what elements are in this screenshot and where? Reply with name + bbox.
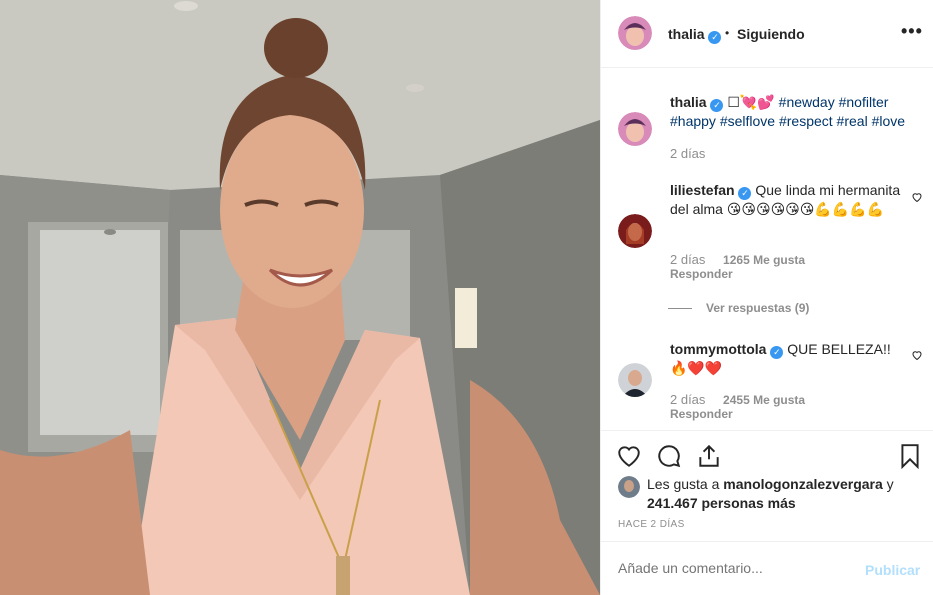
comment-text: liliestefan ✓ Que linda mi hermanita del… bbox=[670, 181, 910, 218]
heart-icon[interactable] bbox=[911, 191, 923, 203]
verified-badge-icon: ✓ bbox=[738, 187, 752, 200]
bookmark-icon[interactable] bbox=[897, 443, 923, 469]
post-sidebar: thalia ✓ • Siguiendo ••• thalia ✓ ☐💘💕 #n… bbox=[600, 0, 933, 595]
avatar-image bbox=[618, 214, 652, 248]
comment-icon[interactable] bbox=[656, 443, 682, 469]
caption-emoji: ☐💘💕 bbox=[727, 94, 775, 110]
separator-dot: • bbox=[725, 26, 730, 40]
instagram-post-view: thalia ✓ • Siguiendo ••• thalia ✓ ☐💘💕 #n… bbox=[0, 0, 933, 595]
author-username[interactable]: thalia ✓ bbox=[668, 26, 722, 44]
avatar-image bbox=[618, 363, 652, 397]
caption-time-text: 2 días bbox=[670, 146, 706, 161]
heart-icon[interactable] bbox=[616, 443, 642, 469]
add-comment-bar: Publicar bbox=[601, 541, 933, 595]
comment-meta: 2 días 2455 Me gusta bbox=[670, 392, 805, 407]
reply-button[interactable]: Responder bbox=[670, 407, 733, 421]
verified-badge-icon: ✓ bbox=[708, 31, 722, 44]
comments-list: thalia ✓ ☐💘💕 #newday #nofilter #happy #s… bbox=[601, 69, 933, 430]
photo-illustration bbox=[0, 0, 600, 595]
view-replies-button[interactable]: Ver respuestas (9) bbox=[668, 301, 809, 315]
verified-badge-icon: ✓ bbox=[710, 99, 724, 112]
comment-likes[interactable]: 1265 Me gusta bbox=[723, 253, 805, 267]
post-header: thalia ✓ • Siguiendo ••• bbox=[601, 0, 933, 68]
avatar-image bbox=[618, 112, 652, 146]
comment-author[interactable]: liliestefan bbox=[670, 182, 735, 198]
author-avatar[interactable] bbox=[618, 16, 652, 50]
caption-time: 2 días bbox=[670, 146, 705, 161]
liked-by-count[interactable]: 241.467 personas más bbox=[647, 495, 796, 511]
comment-time: 2 días bbox=[670, 252, 706, 267]
comment-avatar[interactable] bbox=[618, 214, 652, 248]
share-icon[interactable] bbox=[696, 443, 722, 469]
reply-button[interactable]: Responder bbox=[670, 267, 733, 281]
caption-author[interactable]: thalia bbox=[670, 94, 707, 110]
comment-input[interactable] bbox=[618, 560, 848, 576]
caption-author-avatar[interactable] bbox=[618, 112, 652, 146]
liked-by-user[interactable]: manologonzalezvergara bbox=[723, 476, 883, 492]
verified-badge-icon: ✓ bbox=[770, 346, 784, 359]
following-button[interactable]: Siguiendo bbox=[737, 26, 805, 42]
view-replies-label: Ver respuestas (9) bbox=[706, 301, 810, 315]
avatar-image bbox=[618, 16, 652, 50]
divider-line bbox=[668, 308, 692, 310]
comment-likes[interactable]: 2455 Me gusta bbox=[723, 393, 805, 407]
comment-time: 2 días bbox=[670, 392, 706, 407]
liked-by-text: Les gusta a manologonzalezvergara y 241.… bbox=[647, 475, 927, 513]
liked-by-prefix: Les gusta a bbox=[647, 476, 720, 492]
liker-avatar[interactable] bbox=[618, 476, 640, 498]
comment-author[interactable]: tommymottola bbox=[670, 341, 766, 357]
avatar-image bbox=[618, 476, 640, 498]
publish-button[interactable]: Publicar bbox=[865, 562, 920, 578]
comment-avatar[interactable] bbox=[618, 363, 652, 397]
liked-by-join: y bbox=[886, 476, 894, 492]
caption-text: thalia ✓ ☐💘💕 #newday #nofilter #happy #s… bbox=[670, 93, 910, 130]
heart-icon[interactable] bbox=[911, 349, 923, 361]
post-timestamp[interactable]: HACE 2 DÍAS bbox=[618, 519, 685, 530]
comment-meta: 2 días 1265 Me gusta bbox=[670, 252, 805, 267]
post-photo[interactable] bbox=[0, 0, 600, 595]
action-bar bbox=[601, 430, 933, 478]
author-username-text[interactable]: thalia bbox=[668, 26, 705, 42]
comment-text: tommymottola ✓ QUE BELLEZA!! 🔥❤️❤️ bbox=[670, 340, 910, 377]
more-options-icon[interactable]: ••• bbox=[901, 21, 923, 42]
